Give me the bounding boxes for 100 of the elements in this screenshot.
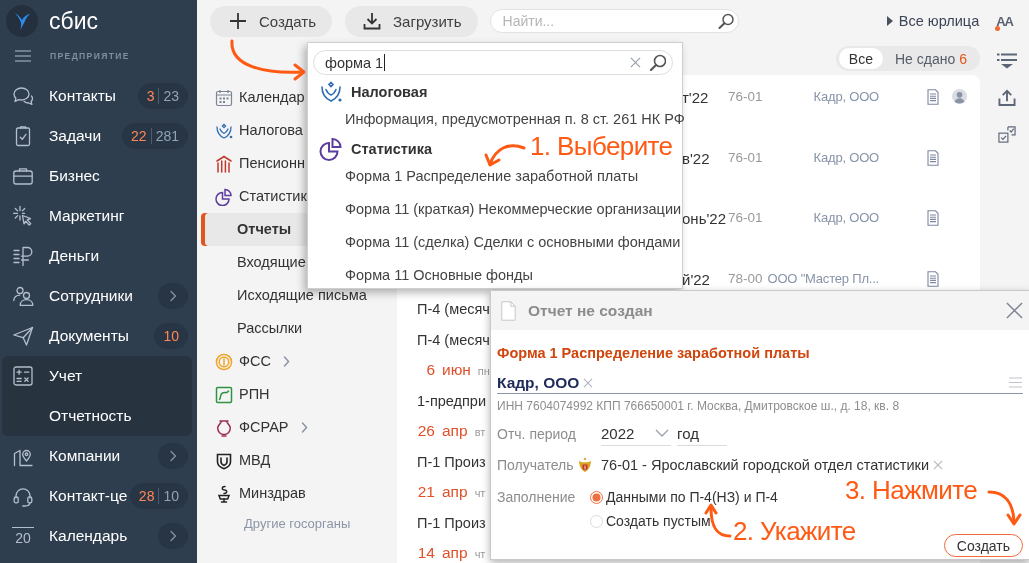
chevron-right-icon[interactable]: [282, 356, 290, 367]
date-month: апр: [442, 422, 468, 440]
search-result-item[interactable]: Форма 11 Основные фонды: [345, 266, 533, 284]
map-route-icon: [215, 385, 233, 404]
sidebar-item[interactable]: Контакт-це: [49, 487, 128, 505]
expand-button[interactable]: [158, 523, 188, 549]
filter-list-icon[interactable]: [996, 52, 1017, 69]
sidebar-item[interactable]: Задачи: [49, 127, 102, 145]
search-result-item[interactable]: Информация, предусмотренная п. 8 ст. 261 НК РФ: [345, 110, 685, 128]
organization-name: ООО "Мастер Пл...: [767, 271, 879, 288]
chevron-right-icon[interactable]: [300, 422, 308, 433]
text-cursor: [384, 54, 386, 71]
create-button[interactable]: Создать: [210, 5, 332, 37]
close-icon[interactable]: [1006, 302, 1023, 319]
clear-icon[interactable]: [583, 377, 594, 388]
report-title[interactable]: П-4 (месяч: [417, 331, 490, 349]
sidebar-item[interactable]: Учет: [49, 367, 83, 385]
date-day: 6: [417, 361, 435, 379]
briefcase-icon: [12, 165, 34, 187]
organization-field[interactable]: Кадр, ООО: [497, 372, 1023, 394]
filter-tab[interactable]: Все: [838, 48, 883, 69]
nav-item[interactable]: ФСС: [197, 351, 290, 372]
nav-item[interactable]: РПН: [197, 384, 270, 405]
nav-item[interactable]: Календар: [197, 87, 305, 108]
sidebar-item[interactable]: Сотрудники: [49, 287, 133, 305]
nav-item[interactable]: Рассылки: [197, 318, 303, 339]
text-size-button[interactable]: AA: [995, 11, 1015, 31]
document-icon[interactable]: [927, 149, 939, 166]
total-count: 281: [150, 128, 179, 144]
recipient-code: 76-01: [728, 210, 763, 227]
nav-item[interactable]: Исходящие письма: [197, 285, 367, 306]
chevron-right-icon: [169, 530, 177, 542]
nav-item[interactable]: Входящие: [197, 252, 306, 273]
nav-item[interactable]: Статистик: [197, 186, 307, 207]
triangle-right-icon: [886, 16, 893, 26]
annotation-label: 3. Нажмите: [845, 476, 977, 504]
unread-count: 3: [146, 88, 155, 104]
sidebar-item[interactable]: Документы: [49, 327, 129, 345]
document-icon[interactable]: [927, 271, 939, 288]
people-icon: [12, 285, 34, 307]
date-day: 21: [417, 483, 435, 501]
weekday: пн: [477, 364, 490, 380]
document-icon[interactable]: [927, 210, 939, 227]
org-filter-button[interactable]: Все юрлица: [886, 13, 980, 29]
upload-icon[interactable]: [996, 89, 1017, 106]
dialog-title: Отчет не создан: [528, 301, 653, 320]
document-icon[interactable]: [927, 89, 939, 105]
chevron-right-icon: [169, 290, 177, 302]
field-label: Заполнение: [497, 489, 576, 505]
search-icon[interactable]: [717, 13, 734, 29]
sidebar-item[interactable]: Бизнес: [49, 167, 100, 185]
total-count: 23: [158, 88, 179, 104]
option-label[interactable]: Данными по П-4(НЗ) и П-4: [606, 489, 778, 505]
filter-tab[interactable]: Не сдано 6: [884, 48, 977, 69]
sidebar-item[interactable]: Календарь: [49, 527, 128, 545]
search-icon[interactable]: [649, 54, 666, 71]
clear-icon[interactable]: [933, 459, 944, 470]
report-period: й'22: [682, 270, 710, 288]
nav-item[interactable]: ФСРАР: [197, 417, 308, 438]
nav-item[interactable]: Минздрав: [197, 483, 306, 504]
checkbox-pair-icon[interactable]: [996, 126, 1017, 143]
sidebar-item[interactable]: Деньги: [49, 247, 100, 265]
bird-logo-icon[interactable]: [6, 5, 38, 37]
unread-count: 22: [131, 128, 147, 144]
upload-button[interactable]: Загрузить: [345, 5, 478, 37]
headset-icon: [12, 485, 34, 507]
report-title[interactable]: П-1 Произ: [417, 453, 486, 471]
count-label: 6: [959, 50, 967, 67]
plus-icon: [229, 12, 247, 30]
sidebar-item[interactable]: Отчетность: [49, 407, 132, 425]
radio-button-icon[interactable]: [590, 490, 603, 504]
report-title[interactable]: П-4 (месяч: [417, 301, 490, 319]
expand-button[interactable]: [158, 283, 188, 309]
expand-button[interactable]: [158, 443, 188, 469]
search-field[interactable]: Найти...: [489, 9, 739, 33]
organization-name: Кадр, ООО: [813, 149, 879, 166]
clear-icon[interactable]: [630, 57, 641, 68]
organization-name: Кадр, ООО: [813, 210, 879, 227]
report-name: Форма 1 Распределение заработной платы: [497, 344, 811, 363]
nav-item[interactable]: МВД: [197, 450, 271, 471]
sparkle-cursor-icon: [12, 205, 34, 227]
sidebar-item[interactable]: Компании: [49, 447, 121, 465]
create-report-button[interactable]: Создать: [943, 534, 1023, 557]
weekday: чт: [474, 486, 486, 502]
menu-icon[interactable]: [15, 50, 31, 62]
report-title[interactable]: 1-предпри: [417, 392, 487, 410]
year-dropdown[interactable]: 2022: [601, 421, 671, 446]
weekday: чт: [474, 547, 486, 563]
emblem-icon: [577, 456, 593, 473]
chat-bubbles-icon: [12, 85, 34, 107]
option-label[interactable]: Создать пустым: [606, 513, 711, 529]
sidebar-item[interactable]: Контакты: [49, 87, 116, 105]
period-unit-field[interactable]: год: [677, 421, 727, 446]
field-label: Отч. период: [497, 425, 576, 442]
search-result-item[interactable]: Форма 1 Распределение заработной платы: [345, 167, 639, 185]
nav-item[interactable]: Налогова: [197, 120, 303, 141]
category-title: Статистика: [351, 141, 433, 157]
sidebar-item[interactable]: Маркетинг: [49, 207, 125, 225]
report-title[interactable]: П-1 Произ: [417, 514, 486, 532]
nav-item[interactable]: Пенсионн: [197, 153, 305, 174]
